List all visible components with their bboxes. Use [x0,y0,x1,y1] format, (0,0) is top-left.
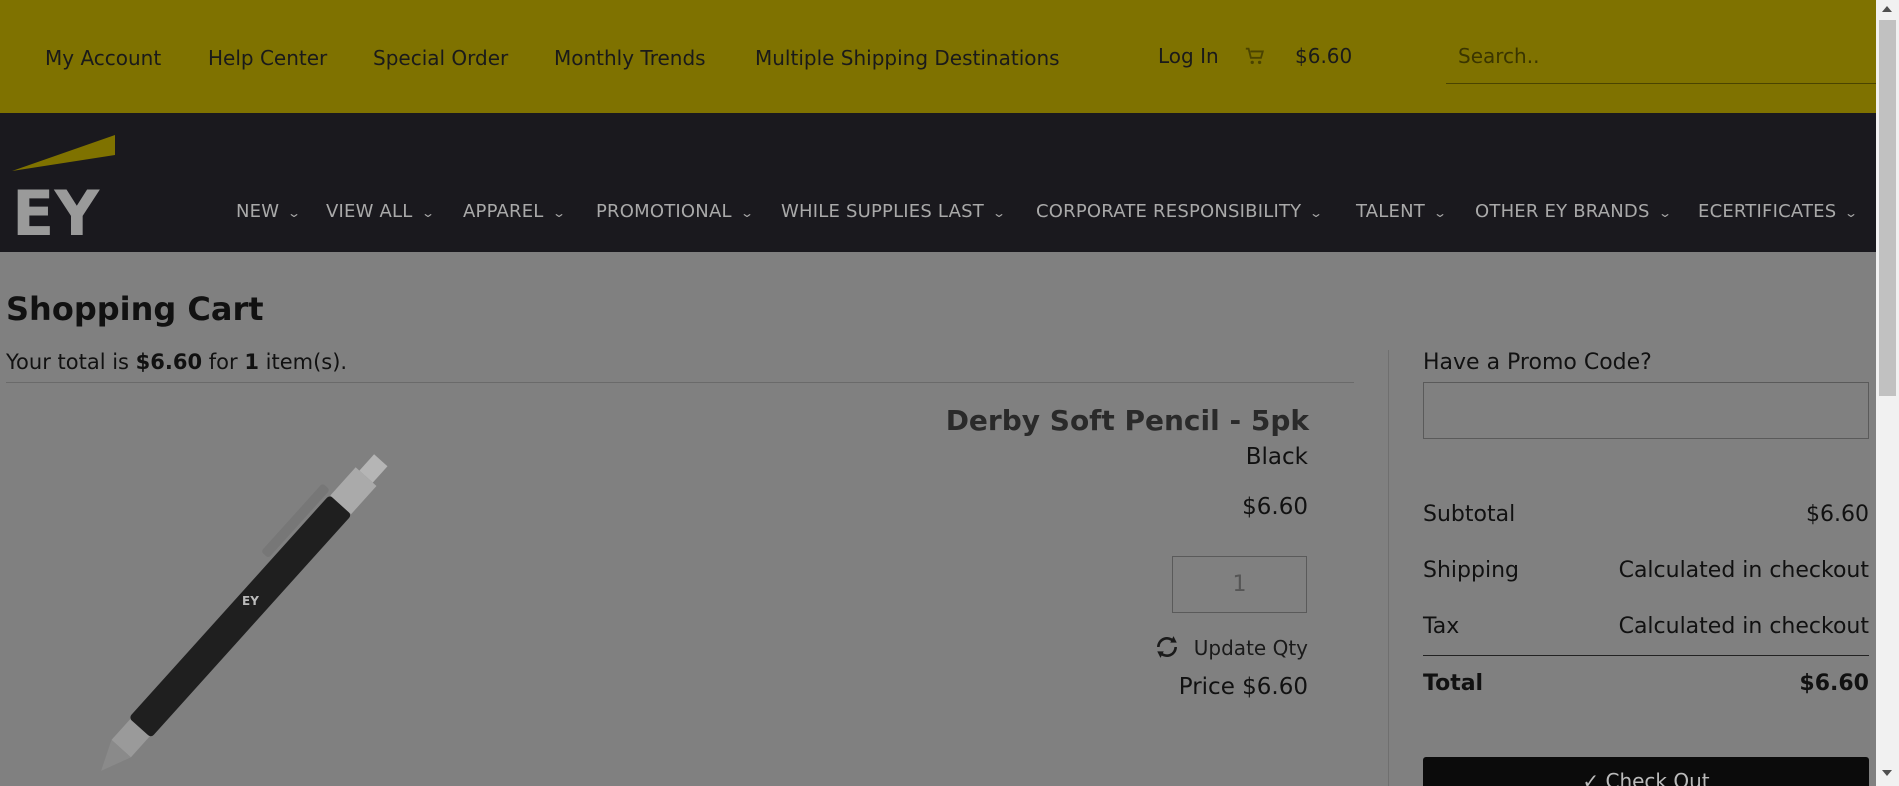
nav-new[interactable]: NEW ⌄ [236,201,302,222]
main-nav: EY NEW ⌄ VIEW ALL ⌄ APPAREL ⌄ PROMOTIONAL ⌄ … [0,113,1876,252]
chevron-down-icon: ⌄ [287,206,302,220]
utility-bar: My Account Help Center Special Order Mon… [0,0,1876,113]
summary-mid: for [202,350,245,374]
special-order-link[interactable]: Special Order [373,46,508,70]
nav-talent[interactable]: TALENT ⌄ [1356,201,1448,222]
nav-talent-label: TALENT [1356,201,1425,222]
multiple-shipping-link[interactable]: Multiple Shipping Destinations [755,46,1060,70]
monthly-trends-link[interactable]: Monthly Trends [554,46,706,70]
login-link[interactable]: Log In [1158,44,1219,68]
chevron-down-icon: ⌄ [1844,206,1859,220]
nav-corporate-responsibility-label: CORPORATE RESPONSIBILITY [1036,201,1302,222]
summary-prefix: Your total is [6,350,136,374]
tax-label: Tax [1423,614,1460,639]
update-qty-button[interactable]: Update Qty [1156,636,1308,660]
nav-view-all-label: VIEW ALL [326,201,413,222]
summary-count: 1 [244,350,259,374]
subtotal-value: $6.60 [1806,502,1869,527]
help-center-link[interactable]: Help Center [208,46,327,70]
update-qty-label: Update Qty [1193,636,1308,660]
shipping-value: Calculated in checkout [1618,558,1869,583]
product-color: Black [1245,444,1308,470]
scroll-up-arrow-icon[interactable] [1882,6,1892,12]
promo-code-input[interactable] [1423,382,1869,439]
quantity-input[interactable]: 1 [1172,556,1307,613]
chevron-down-icon: ⌄ [991,206,1007,220]
chevron-down-icon: ⌄ [1657,206,1672,220]
subtotal-label: Subtotal [1423,502,1516,527]
column-divider [1388,350,1389,786]
divider [6,382,1354,383]
cart-icon[interactable] [1244,45,1266,67]
checkout-button[interactable]: ✓ Check Out [1423,757,1869,786]
line-price: Price $6.60 [1178,674,1308,700]
svg-text:EY: EY [242,594,259,608]
chevron-down-icon: ⌄ [1432,206,1448,220]
nav-while-supplies-last-label: WHILE SUPPLIES LAST [781,201,984,222]
my-account-link[interactable]: My Account [45,46,161,70]
scroll-thumb[interactable] [1879,20,1896,396]
nav-other-ey-brands[interactable]: OTHER EY BRANDS ⌄ [1475,201,1672,222]
nav-ecertificates[interactable]: ECERTIFICATES ⌄ [1698,201,1859,222]
nav-promotional[interactable]: PROMOTIONAL ⌄ [596,201,755,222]
chevron-down-icon: ⌄ [551,206,566,220]
logo-text: EY [12,177,100,235]
nav-other-ey-brands-label: OTHER EY BRANDS [1475,201,1650,222]
product-image[interactable]: EY [60,420,440,780]
ey-logo[interactable]: EY [12,135,118,235]
chevron-down-icon: ⌄ [1309,206,1324,220]
product-name[interactable]: Derby Soft Pencil - 5pk [946,404,1309,437]
chevron-down-icon: ⌄ [420,206,435,220]
summary-suffix: item(s). [258,350,348,374]
cart-total-link[interactable]: $6.60 [1295,44,1352,68]
scrollbar[interactable] [1876,0,1899,786]
refresh-icon [1156,636,1177,658]
nav-apparel[interactable]: APPAREL ⌄ [463,201,566,222]
nav-promotional-label: PROMOTIONAL [596,201,732,222]
total-divider [1423,655,1869,656]
page-title: Shopping Cart [6,290,264,328]
scroll-down-arrow-icon[interactable] [1882,770,1892,776]
total-label: Total [1423,671,1484,696]
product-unit-price: $6.60 [1242,494,1308,520]
total-value: $6.60 [1799,671,1869,696]
chevron-down-icon: ⌄ [739,206,755,220]
nav-apparel-label: APPAREL [463,201,544,222]
summary-total: $6.60 [135,350,203,374]
shipping-label: Shipping [1423,558,1519,583]
nav-corporate-responsibility[interactable]: CORPORATE RESPONSIBILITY ⌄ [1036,201,1324,222]
cart-summary: Your total is $6.60 for 1 item(s). [6,350,347,374]
nav-new-label: NEW [236,201,280,222]
nav-while-supplies-last[interactable]: WHILE SUPPLIES LAST ⌄ [781,201,1007,222]
search-input[interactable]: Search.. [1446,36,1876,84]
nav-ecertificates-label: ECERTIFICATES [1698,201,1837,222]
promo-code-label: Have a Promo Code? [1423,350,1652,375]
nav-view-all[interactable]: VIEW ALL ⌄ [326,201,435,222]
tax-value: Calculated in checkout [1618,614,1869,639]
